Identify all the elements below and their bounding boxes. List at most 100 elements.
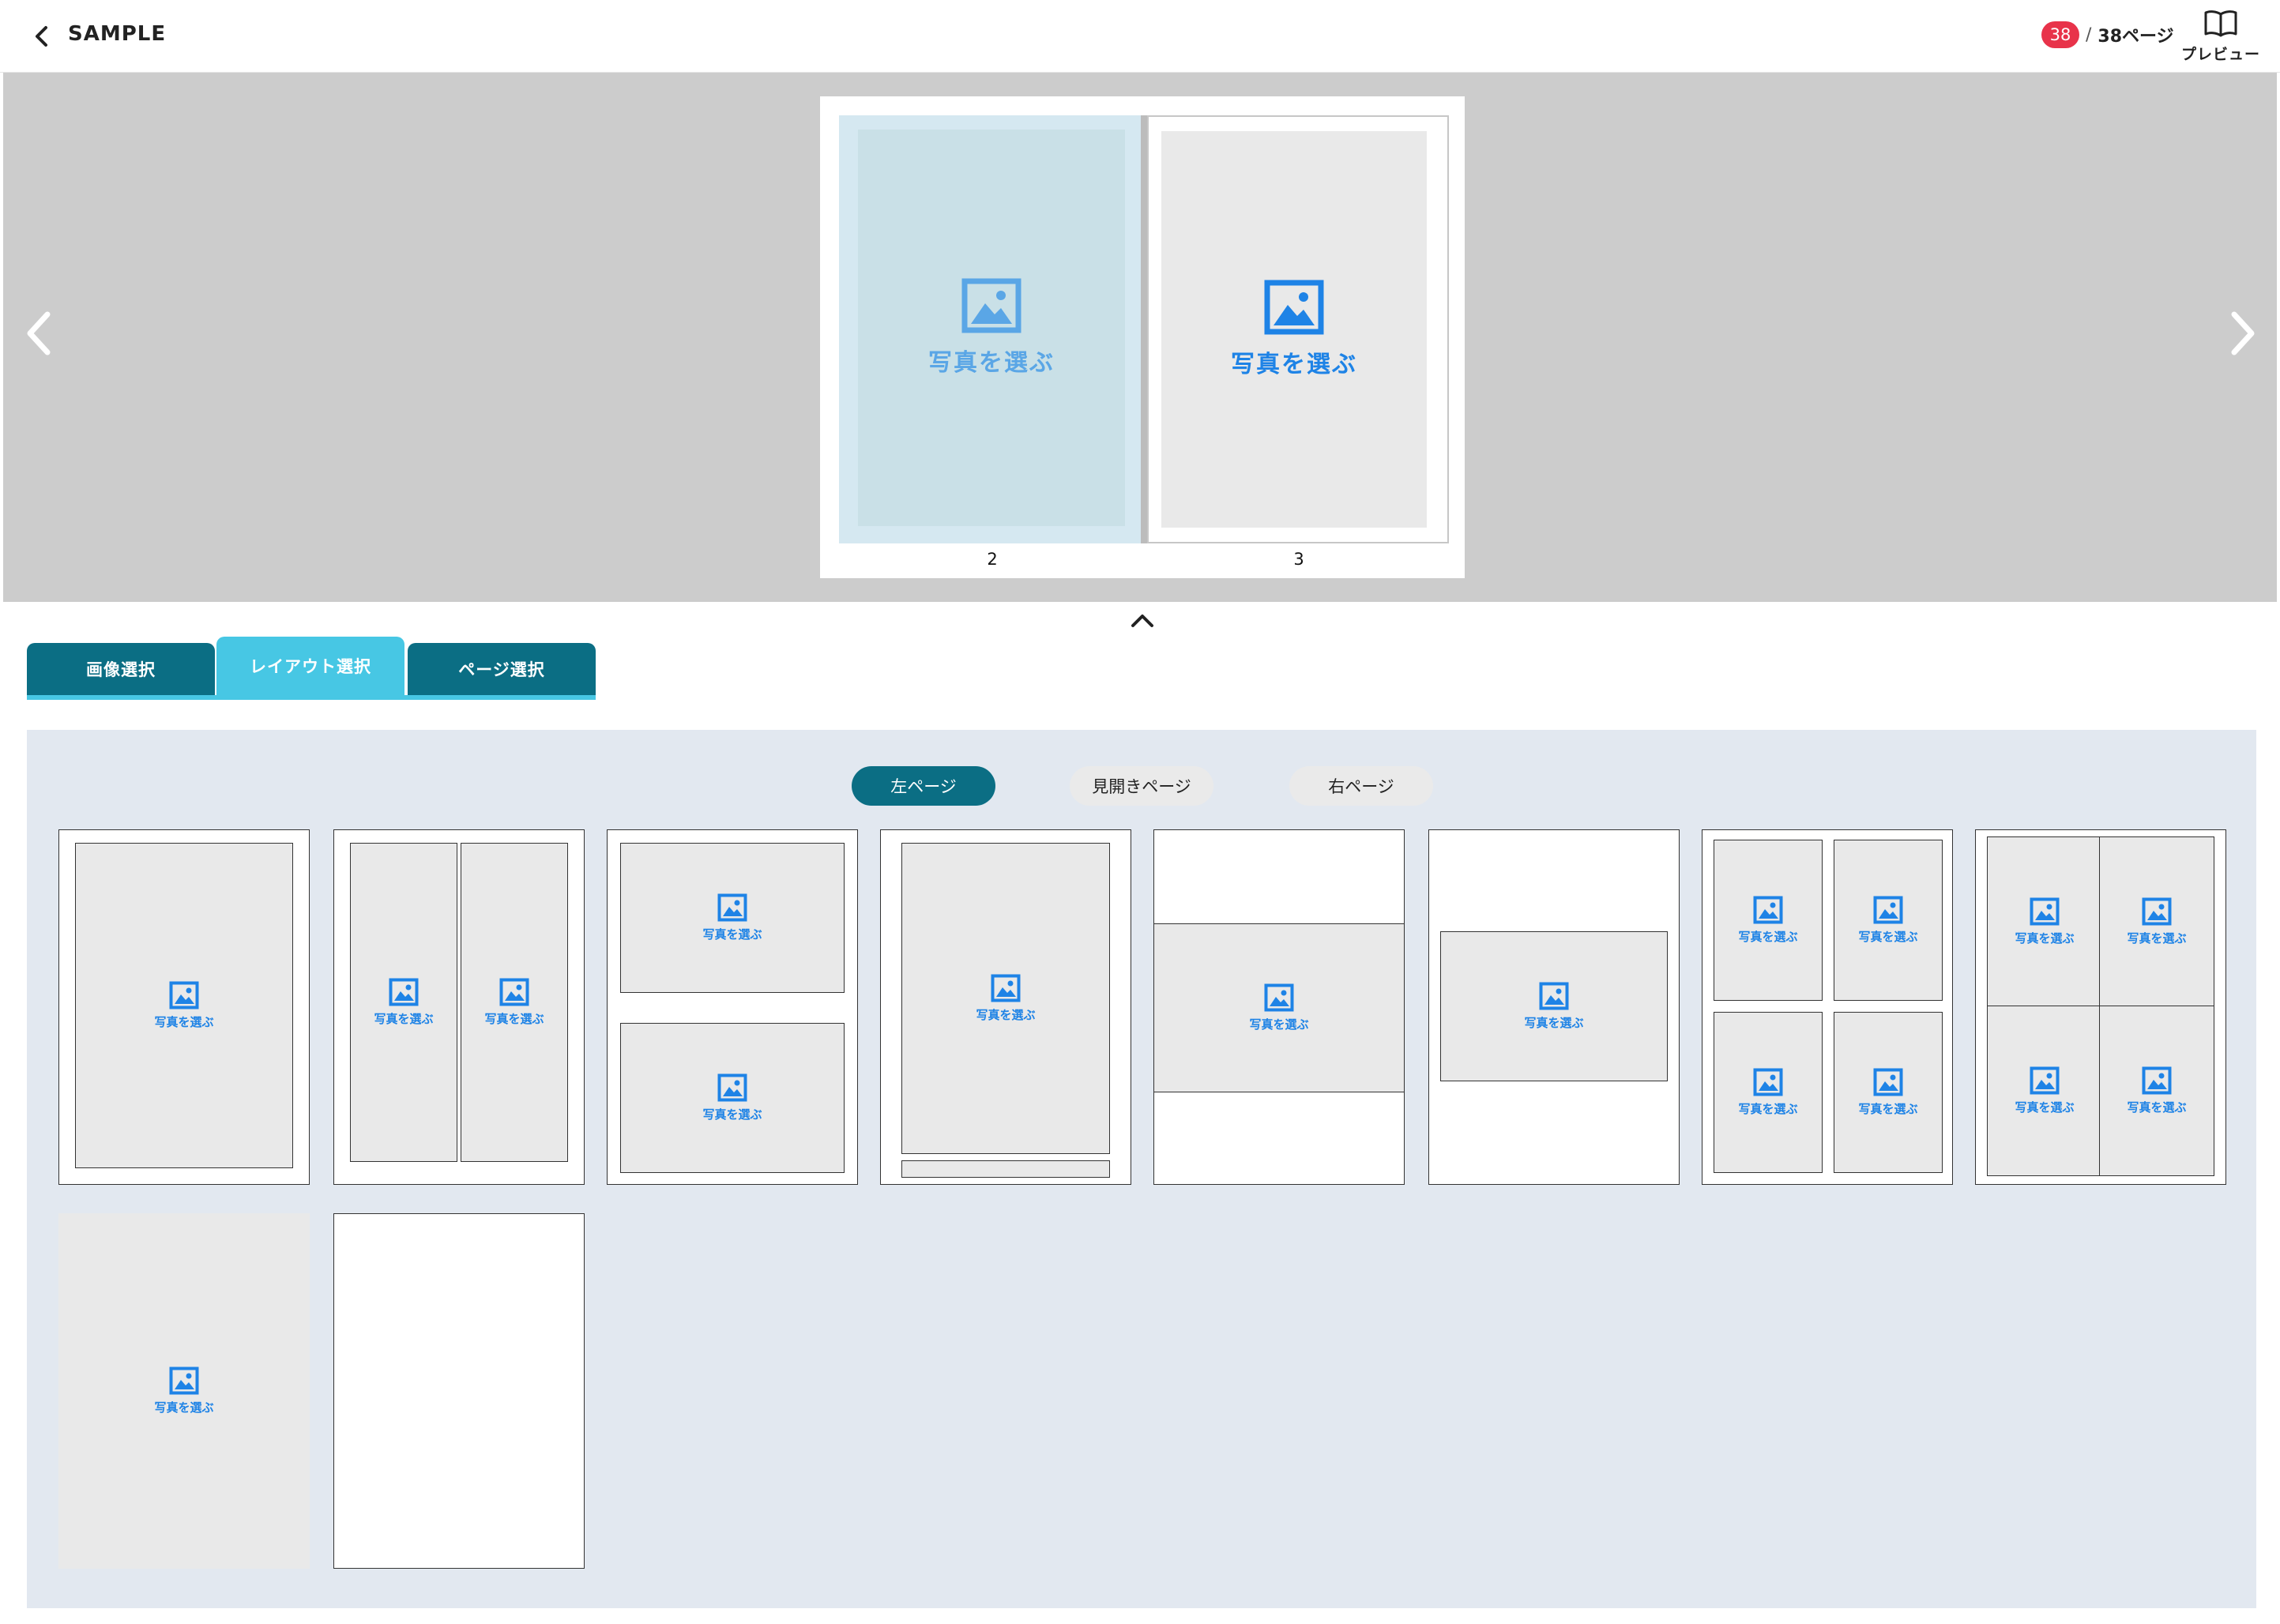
photo-prompt: 写真を選ぶ [976, 1008, 1036, 1022]
page-count: 38 / 38ページ [2041, 21, 2174, 49]
segment-left-page[interactable]: 左ページ [852, 766, 995, 806]
image-icon [499, 978, 529, 1006]
photo-prompt: 写真を選ぶ [702, 927, 762, 942]
photo-prompt: 写真を選ぶ [2127, 931, 2187, 945]
layout-photo-slot: 写真を選ぶ [2099, 836, 2214, 1007]
segment-right-page[interactable]: 右ページ [1289, 766, 1433, 806]
layout-photo-slot: 写真を選ぶ [620, 1023, 845, 1173]
right-page-number: 3 [1293, 550, 1304, 569]
image-icon [2030, 897, 2060, 926]
layout-photo-slot: 写真を選ぶ [1987, 1006, 2102, 1176]
page-spread: 写真を選ぶ 写真を選ぶ 2 3 [820, 96, 1465, 578]
photo-prompt: 写真を選ぶ [702, 1107, 762, 1122]
layout-option-1[interactable]: 写真を選ぶ [58, 829, 310, 1185]
layout-option-4[interactable]: 写真を選ぶ [880, 829, 1131, 1185]
layout-photo-slot: 写真を選ぶ [1714, 840, 1823, 1001]
image-icon [717, 1073, 747, 1102]
photo-prompt: 写真を選ぶ [928, 349, 1055, 377]
image-icon [2142, 897, 2172, 926]
segment-spread-page[interactable]: 見開きページ [1070, 766, 1213, 806]
layout-photo-slot: 写真を選ぶ [350, 843, 457, 1162]
chevron-right-icon [2231, 311, 2255, 355]
layout-option-9[interactable]: 写真を選ぶ [58, 1213, 310, 1569]
back-button[interactable] [27, 21, 58, 52]
left-page-number: 2 [987, 550, 998, 569]
photo-prompt: 写真を選ぶ [154, 1400, 214, 1415]
image-icon [961, 278, 1021, 333]
image-icon [2142, 1066, 2172, 1095]
chevron-left-icon [27, 311, 51, 355]
image-icon [169, 1366, 199, 1395]
preview-label: プレビュー [2180, 46, 2260, 63]
page-count-badge: 38 [2041, 21, 2079, 48]
image-icon [991, 974, 1021, 1002]
photo-prompt: 写真を選ぶ [1738, 1102, 1798, 1116]
image-icon [2030, 1066, 2060, 1095]
photo-prompt: 写真を選ぶ [1858, 1102, 1918, 1116]
photo-prompt: 写真を選ぶ [1249, 1017, 1309, 1032]
image-icon [1264, 983, 1294, 1012]
layout-photo-slot: 写真を選ぶ [1440, 931, 1668, 1081]
layout-photo-slot: 写真を選ぶ [58, 1213, 310, 1569]
tab-layout-select[interactable]: レイアウト選択 [216, 637, 404, 695]
right-page[interactable]: 写真を選ぶ [1147, 115, 1449, 543]
layout-photo-slot: 写真を選ぶ [1714, 1012, 1823, 1173]
left-page[interactable]: 写真を選ぶ [839, 115, 1144, 543]
right-page-photo-slot[interactable]: 写真を選ぶ [1161, 131, 1427, 528]
layout-photo-slot: 写真を選ぶ [75, 843, 293, 1168]
layout-photo-slot: 写真を選ぶ [1834, 1012, 1943, 1173]
photo-prompt: 写真を選ぶ [2127, 1100, 2187, 1115]
photo-prompt: 写真を選ぶ [2015, 1100, 2075, 1115]
layout-photo-slot: 写真を選ぶ [1987, 836, 2102, 1007]
collapse-button[interactable] [1128, 610, 1157, 632]
layout-option-7[interactable]: 写真を選ぶ 写真を選ぶ 写真を選ぶ 写真を選ぶ [1702, 829, 1953, 1185]
tab-page-select[interactable]: ページ選択 [408, 643, 596, 695]
page-count-total: 38ページ [2098, 27, 2174, 47]
layout-photo-slot: 写真を選ぶ [2099, 1006, 2214, 1176]
layout-option-10[interactable] [333, 1213, 585, 1569]
chevron-up-icon [1131, 615, 1153, 627]
layout-option-2[interactable]: 写真を選ぶ 写真を選ぶ [333, 829, 585, 1185]
photo-prompt: 写真を選ぶ [484, 1012, 544, 1026]
photo-prompt: 写真を選ぶ [1738, 930, 1798, 944]
photo-prompt: 写真を選ぶ [1231, 351, 1357, 378]
layout-caption-bar [901, 1160, 1110, 1178]
chevron-left-icon [36, 26, 47, 47]
left-page-photo-slot[interactable]: 写真を選ぶ [858, 130, 1125, 526]
next-spread-button[interactable] [2220, 303, 2264, 363]
app-header: SAMPLE 38 / 38ページ プレビュー [0, 0, 2280, 73]
photo-prompt: 写真を選ぶ [2015, 931, 2075, 945]
spread-stage: 写真を選ぶ 写真を選ぶ 2 3 [3, 73, 2277, 602]
layout-photo-slot: 写真を選ぶ [901, 843, 1110, 1154]
layout-option-3[interactable]: 写真を選ぶ 写真を選ぶ [607, 829, 858, 1185]
image-icon [169, 981, 199, 1009]
album-title: SAMPLE [68, 22, 167, 46]
image-icon [1873, 1068, 1903, 1096]
photo-prompt: 写真を選ぶ [1858, 930, 1918, 944]
layout-photo-slot: 写真を選ぶ [1153, 923, 1405, 1092]
layout-photo-slot: 写真を選ぶ [620, 843, 845, 993]
image-icon [1753, 896, 1783, 924]
layout-panel: 左ページ 見開きページ 右ページ 写真を選ぶ 写真を選ぶ 写真を選ぶ 写真を選ぶ 写真を… [27, 730, 2256, 1608]
tab-underline [27, 695, 596, 700]
page-count-separator: / [2086, 24, 2092, 45]
photo-prompt: 写真を選ぶ [154, 1015, 214, 1029]
image-icon [1539, 982, 1569, 1010]
layout-photo-slot: 写真を選ぶ [1834, 840, 1943, 1001]
photo-prompt: 写真を選ぶ [374, 1012, 434, 1026]
photo-prompt: 写真を選ぶ [1524, 1016, 1584, 1030]
previous-spread-button[interactable] [17, 303, 62, 363]
tab-image-select[interactable]: 画像選択 [27, 643, 215, 695]
image-icon [1873, 896, 1903, 924]
preview-button[interactable]: プレビュー [2177, 9, 2264, 66]
image-icon [1264, 280, 1324, 335]
image-icon [1753, 1068, 1783, 1096]
book-open-icon [2204, 10, 2237, 37]
image-icon [717, 893, 747, 922]
layout-option-6[interactable]: 写真を選ぶ [1428, 829, 1680, 1185]
image-icon [389, 978, 419, 1006]
layout-option-8[interactable]: 写真を選ぶ 写真を選ぶ 写真を選ぶ 写真を選ぶ [1975, 829, 2226, 1185]
editor-tabs: 画像選択 レイアウト選択 ページ選択 [27, 637, 596, 700]
layout-photo-slot: 写真を選ぶ [461, 843, 568, 1162]
layout-option-5[interactable]: 写真を選ぶ [1153, 829, 1405, 1185]
